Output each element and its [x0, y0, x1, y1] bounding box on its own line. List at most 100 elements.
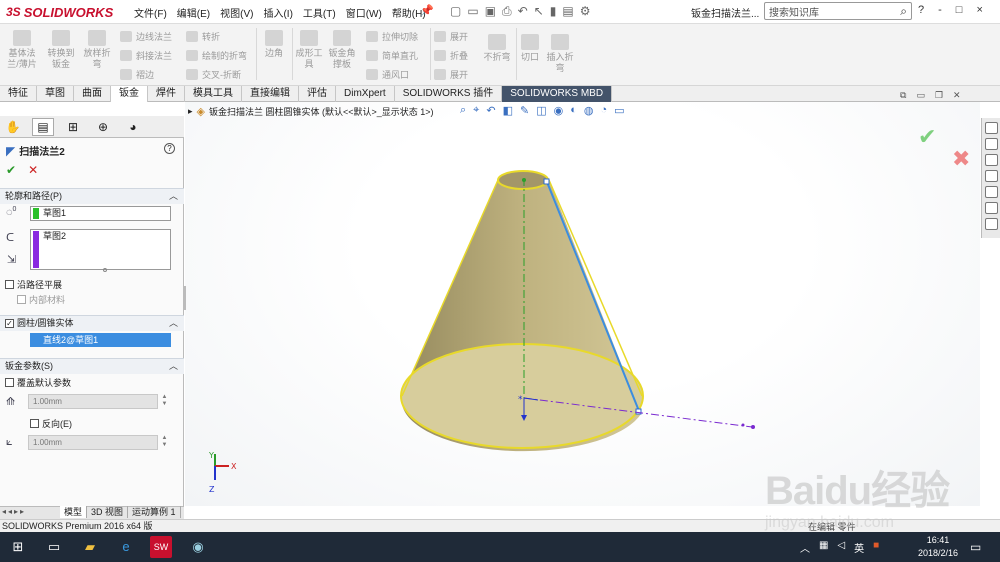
vent-button[interactable]: 通风口 — [366, 68, 409, 81]
edge-browser-icon[interactable]: e — [118, 539, 134, 555]
tab-features[interactable]: 特征 — [0, 86, 37, 102]
insert-bends-button[interactable]: 插入折弯 — [544, 34, 576, 74]
convert-to-sheetmetal-button[interactable]: 转换到钣金 — [44, 30, 78, 70]
tab-sheet-metal[interactable]: 钣金 — [111, 86, 148, 102]
search-icon[interactable]: ⌕ — [900, 4, 907, 19]
tab-direct-editing[interactable]: 直接编辑 — [242, 86, 299, 102]
tab-scroll-arrows-icon[interactable]: ◂◂▸▸ — [2, 507, 26, 516]
search-input[interactable]: 搜索知识库 — [769, 4, 819, 19]
network-icon[interactable]: ▦ — [819, 540, 828, 555]
close-button[interactable]: × — [976, 4, 982, 16]
flatten-along-path-checkbox[interactable]: 沿路径平展 — [5, 278, 62, 291]
view-palette-icon[interactable] — [985, 170, 998, 182]
inner-material-checkbox[interactable]: 内部材料 — [17, 293, 65, 306]
cancel-button[interactable]: ✕ — [28, 163, 38, 177]
reverse-checkbox-box[interactable] — [30, 419, 39, 428]
language-indicator[interactable]: 英 — [854, 540, 864, 555]
tab-weldments[interactable]: 焊件 — [148, 86, 185, 102]
bend-radius-spinner[interactable]: ▲ ▼ — [160, 435, 169, 450]
extruded-cut-button[interactable]: 拉伸切除 — [366, 30, 418, 43]
reverse-direction-checkbox[interactable]: 反向(E) — [30, 417, 72, 430]
thickness-input[interactable]: 1.00mm — [28, 394, 158, 409]
path-endpoint[interactable] — [751, 425, 755, 429]
maximize-button[interactable]: □ — [956, 4, 963, 16]
cross-break-button[interactable]: 交叉-折断 — [186, 68, 241, 81]
windows-start-icon[interactable]: ⊞ — [10, 539, 26, 555]
tab-3d-views[interactable]: 3D 视图 — [87, 506, 129, 518]
save-icon[interactable]: ▣ — [485, 4, 496, 19]
minimize-button[interactable]: - — [938, 4, 942, 16]
override-checkbox-box[interactable] — [5, 378, 14, 387]
lofted-bend-button[interactable]: 放样折弯 — [80, 30, 114, 70]
config-manager-tab-icon[interactable]: ⊞ — [62, 118, 84, 136]
panel-splitter[interactable] — [183, 286, 186, 310]
resize-handle[interactable] — [103, 268, 107, 272]
notification-icon[interactable]: ▭ — [970, 540, 981, 554]
tab-model[interactable]: 模型 — [60, 506, 88, 518]
menu-edit[interactable]: 编辑(E) — [177, 5, 210, 20]
search-box[interactable]: 搜索知识库 ⌕ — [764, 2, 912, 20]
options-gear-icon[interactable]: ⚙ — [580, 4, 591, 19]
corners-button[interactable]: 边角 — [260, 30, 288, 59]
help-button[interactable]: ? — [918, 4, 924, 16]
unfold-button[interactable]: 展开 — [434, 30, 468, 43]
tab-dimxpert[interactable]: DimXpert — [336, 86, 395, 102]
tab-addins[interactable]: SOLIDWORKS 插件 — [395, 86, 503, 102]
menu-window[interactable]: 窗口(W) — [346, 5, 382, 20]
feature-manager-tab-icon[interactable]: ✋ — [2, 118, 24, 136]
design-library-icon[interactable] — [985, 138, 998, 150]
tab-motion-study[interactable]: 运动算例 1 — [128, 506, 181, 518]
jog-button[interactable]: 转折 — [186, 30, 220, 43]
menu-tools[interactable]: 工具(T) — [303, 5, 336, 20]
file-properties-icon[interactable]: ▤ — [562, 4, 573, 19]
chevron-up-icon[interactable]: ︿ — [169, 316, 178, 331]
new-icon[interactable]: ▢ — [450, 4, 461, 19]
path-selection-box[interactable]: 草图2 — [30, 229, 171, 270]
section-cylinder-cone[interactable]: ✓ 圆柱/圆锥实体 ︿ — [0, 315, 184, 331]
select-icon[interactable]: ↖ — [534, 4, 544, 19]
solidworks-logo[interactable]: 3S SOLIDWORKS — [6, 4, 113, 20]
dimxpert-manager-tab-icon[interactable]: ⊕ — [92, 118, 114, 136]
hem-button[interactable]: 褶边 — [120, 68, 154, 81]
flatten-checkbox-box[interactable] — [5, 280, 14, 289]
override-defaults-checkbox[interactable]: 覆盖默认参数 — [5, 376, 71, 389]
forum-icon[interactable] — [985, 218, 998, 230]
help-icon[interactable]: ? — [164, 143, 175, 154]
tab-sketch[interactable]: 草图 — [37, 86, 74, 102]
confirm-cancel-icon[interactable]: ✖ — [952, 146, 970, 172]
fold-button[interactable]: 折叠 — [434, 49, 468, 62]
section-profile-path[interactable]: 轮廓和路径(P) ︿ — [0, 188, 184, 204]
open-icon[interactable]: ▭ — [467, 4, 478, 19]
volume-icon[interactable]: ◁ — [837, 540, 845, 555]
cone-model-svg[interactable]: * X Y Z — [185, 102, 980, 506]
undo-icon[interactable]: ↶ — [518, 4, 528, 19]
home-icon[interactable] — [985, 122, 998, 134]
rip-button[interactable]: 切口 — [518, 34, 542, 63]
flatten-button[interactable]: 展开 — [434, 68, 468, 81]
appearances-icon[interactable] — [985, 186, 998, 198]
file-explorer-taskbar-icon[interactable]: ▰ — [82, 539, 98, 555]
no-bends-button[interactable]: 不折弯 — [480, 34, 514, 63]
sketched-bend-button[interactable]: 绘制的折弯 — [186, 49, 247, 62]
ime-icon[interactable]: ■ — [873, 540, 879, 555]
menu-view[interactable]: 视图(V) — [220, 5, 253, 20]
custom-properties-icon[interactable] — [985, 202, 998, 214]
pin-icon[interactable]: 📌 — [420, 4, 434, 17]
chevron-up-icon[interactable]: ︿ — [169, 189, 178, 204]
print-icon[interactable]: ⎙ — [502, 4, 512, 19]
rebuild-icon[interactable]: ▮ — [550, 4, 557, 19]
inner-material-checkbox-box[interactable] — [17, 295, 26, 304]
cylinder-selection-box[interactable]: 直线2@草图1 — [30, 333, 171, 347]
tab-mbd[interactable]: SOLIDWORKS MBD — [502, 86, 613, 102]
profile-endpoint-top[interactable] — [543, 178, 550, 185]
path-point[interactable] — [741, 423, 745, 427]
gusset-button[interactable]: 钣金角撑板 — [326, 30, 358, 70]
chevron-up-icon[interactable]: ︿ — [169, 359, 178, 374]
tab-surfaces[interactable]: 曲面 — [74, 86, 111, 102]
doc-tile-icon[interactable]: ❐ — [935, 90, 943, 101]
confirm-ok-icon[interactable]: ✔ — [918, 124, 936, 150]
task-view-icon[interactable]: ▭ — [46, 539, 62, 555]
ok-button[interactable]: ✔ — [6, 163, 16, 177]
section-sheetmetal-params[interactable]: 钣金参数(S) ︿ — [0, 358, 184, 374]
tab-evaluate[interactable]: 评估 — [299, 86, 336, 102]
